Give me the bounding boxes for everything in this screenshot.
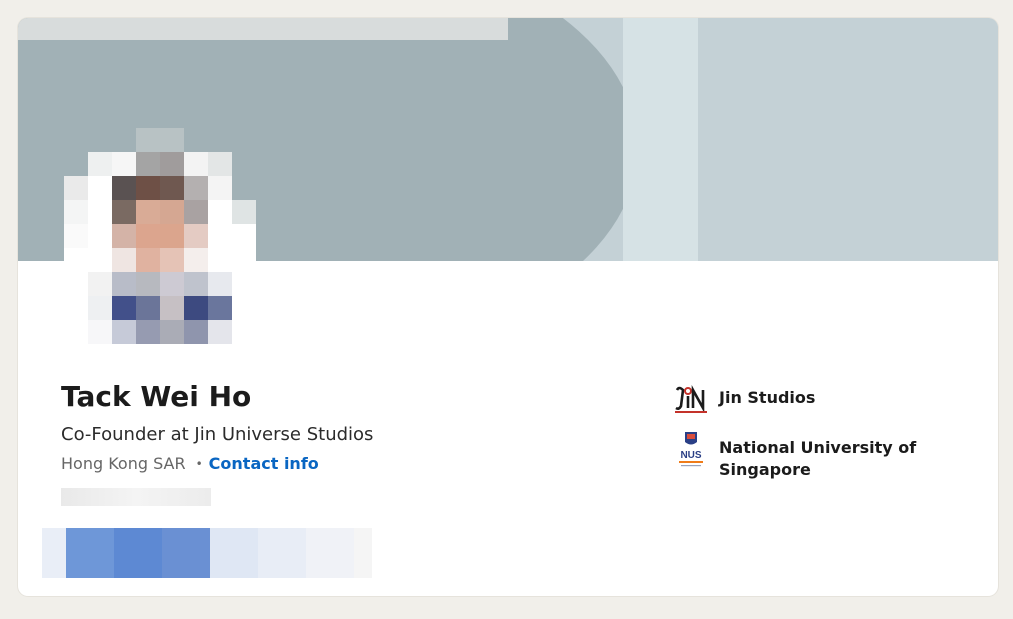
affiliation-nus[interactable]: NUS National University of Singapore [673,432,929,481]
profile-location: Hong Kong SAR [61,454,186,473]
profile-headline: Co-Founder at Jin Universe Studios [61,424,374,445]
nus-logo-icon: NUS [673,432,709,468]
svg-text:NUS: NUS [680,450,701,461]
affiliation-name: Jin Studios [719,388,816,407]
cover-right-panel [698,18,998,261]
jin-studios-logo-icon [673,382,709,418]
profile-card: Tack Wei Ho Co-Founder at Jin Universe S… [18,18,998,596]
affiliation-jin-studios[interactable]: Jin Studios [673,382,929,418]
avatar[interactable] [64,128,256,344]
profile-name: Tack Wei Ho [61,380,252,413]
page: Tack Wei Ho Co-Founder at Jin Universe S… [0,0,1013,619]
affiliation-name: National University of Singapore [719,438,917,479]
separator-dot: • [195,456,203,471]
pixel-strip [18,18,508,40]
cover-band [623,18,698,261]
blurred-connections [61,488,211,506]
contact-info-link[interactable]: Contact info [209,454,319,473]
affiliations-list: Jin Studios NUS National University of S… [673,382,929,481]
location-row: Hong Kong SAR • Contact info [61,454,319,473]
blurred-action-buttons[interactable] [42,528,372,578]
